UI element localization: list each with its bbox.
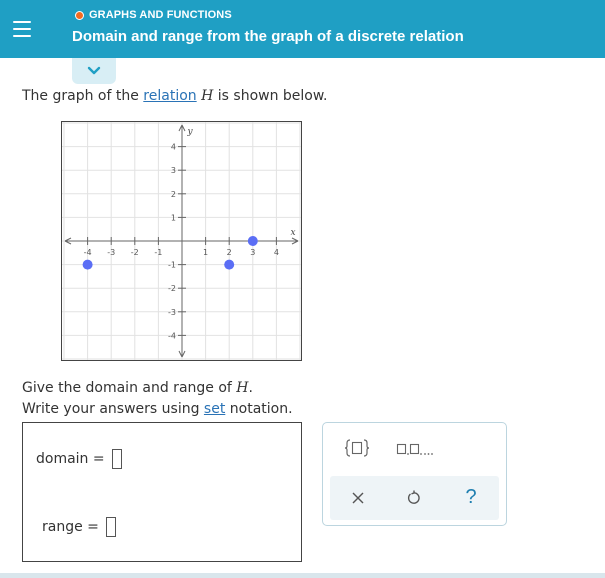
domain-input[interactable] — [111, 449, 122, 469]
range-label: range = — [42, 519, 99, 535]
undo-button[interactable] — [400, 484, 428, 512]
x-tick-label: -1 — [154, 248, 162, 257]
list-template-icon — [396, 443, 433, 455]
y-tick-label: 4 — [171, 143, 176, 152]
expand-toggle[interactable] — [72, 58, 116, 84]
range-row: range = — [42, 517, 116, 537]
instruction-variable: H — [236, 380, 249, 396]
x-tick-label: -3 — [107, 248, 115, 257]
topic-label: GRAPHS AND FUNCTIONS — [89, 9, 232, 21]
undo-icon — [407, 490, 420, 504]
relation-variable: H — [201, 88, 214, 104]
keypad-templates — [323, 423, 506, 475]
topic-status-dot — [75, 10, 84, 20]
x-tick-label: 3 — [250, 248, 255, 257]
x-tick-label: -4 — [84, 248, 92, 257]
instruction-line-2: Write your answers using set notation. — [22, 401, 293, 417]
problem-statement: The graph of the relation H is shown bel… — [22, 88, 328, 104]
y-tick-label: 3 — [171, 166, 176, 175]
y-tick-label: 2 — [171, 190, 176, 199]
data-point — [82, 259, 93, 270]
menu-icon[interactable] — [0, 0, 44, 58]
answer-area: domain = range = — [22, 422, 302, 562]
keypad-actions: ? — [330, 476, 499, 520]
set-braces-icon — [344, 439, 370, 457]
y-tick-label: 1 — [171, 213, 176, 222]
y-tick-label: -2 — [168, 284, 176, 293]
domain-label: domain = — [36, 451, 105, 467]
domain-row: domain = — [36, 449, 122, 469]
math-keypad: ? — [322, 422, 507, 526]
top-bar: GRAPHS AND FUNCTIONS Domain and range fr… — [0, 0, 605, 58]
x-tick-label: 1 — [203, 248, 208, 257]
prompt-text-end: is shown below. — [213, 88, 328, 104]
instruction-text-2: Write your answers using — [22, 401, 204, 417]
instruction-line-1: Give the domain and range of H. — [22, 380, 253, 396]
clear-button[interactable] — [344, 484, 372, 512]
y-tick-label: -4 — [168, 331, 176, 340]
bottom-divider — [0, 573, 605, 578]
y-tick-label: -3 — [168, 308, 176, 317]
close-icon — [352, 492, 364, 504]
topic-line: GRAPHS AND FUNCTIONS — [75, 9, 232, 21]
range-input[interactable] — [105, 517, 116, 537]
graph-canvas: xy -4 -3 -2 -1 1 2 3 44321-1-2-3-4 — [62, 122, 301, 360]
list-template-button[interactable] — [393, 433, 439, 463]
help-button[interactable]: ? — [456, 482, 486, 512]
data-point — [224, 259, 235, 270]
x-tick-label: 4 — [274, 248, 279, 257]
instruction-text-2-end: notation. — [225, 401, 293, 417]
y-axis-label: y — [186, 127, 193, 137]
prompt-text: The graph of the — [22, 88, 144, 104]
instruction-period: . — [248, 380, 253, 396]
data-point — [247, 236, 258, 246]
chevron-down-icon — [87, 66, 101, 75]
x-tick-label: -2 — [131, 248, 139, 257]
set-braces-button[interactable] — [341, 433, 373, 463]
set-link[interactable]: set — [204, 401, 225, 417]
relation-graph: xy -4 -3 -2 -1 1 2 3 4 4 3 2 1 -1 -2 -3 -4 — [61, 121, 302, 361]
x-axis-label: x — [290, 228, 295, 238]
page-title: Domain and range from the graph of a dis… — [72, 28, 464, 45]
axes: xy — [64, 124, 299, 358]
relation-link[interactable]: relation — [143, 88, 196, 104]
instruction-text: Give the domain and range of — [22, 380, 237, 396]
x-tick-label: 2 — [227, 248, 232, 257]
y-tick-label: -1 — [168, 261, 176, 270]
